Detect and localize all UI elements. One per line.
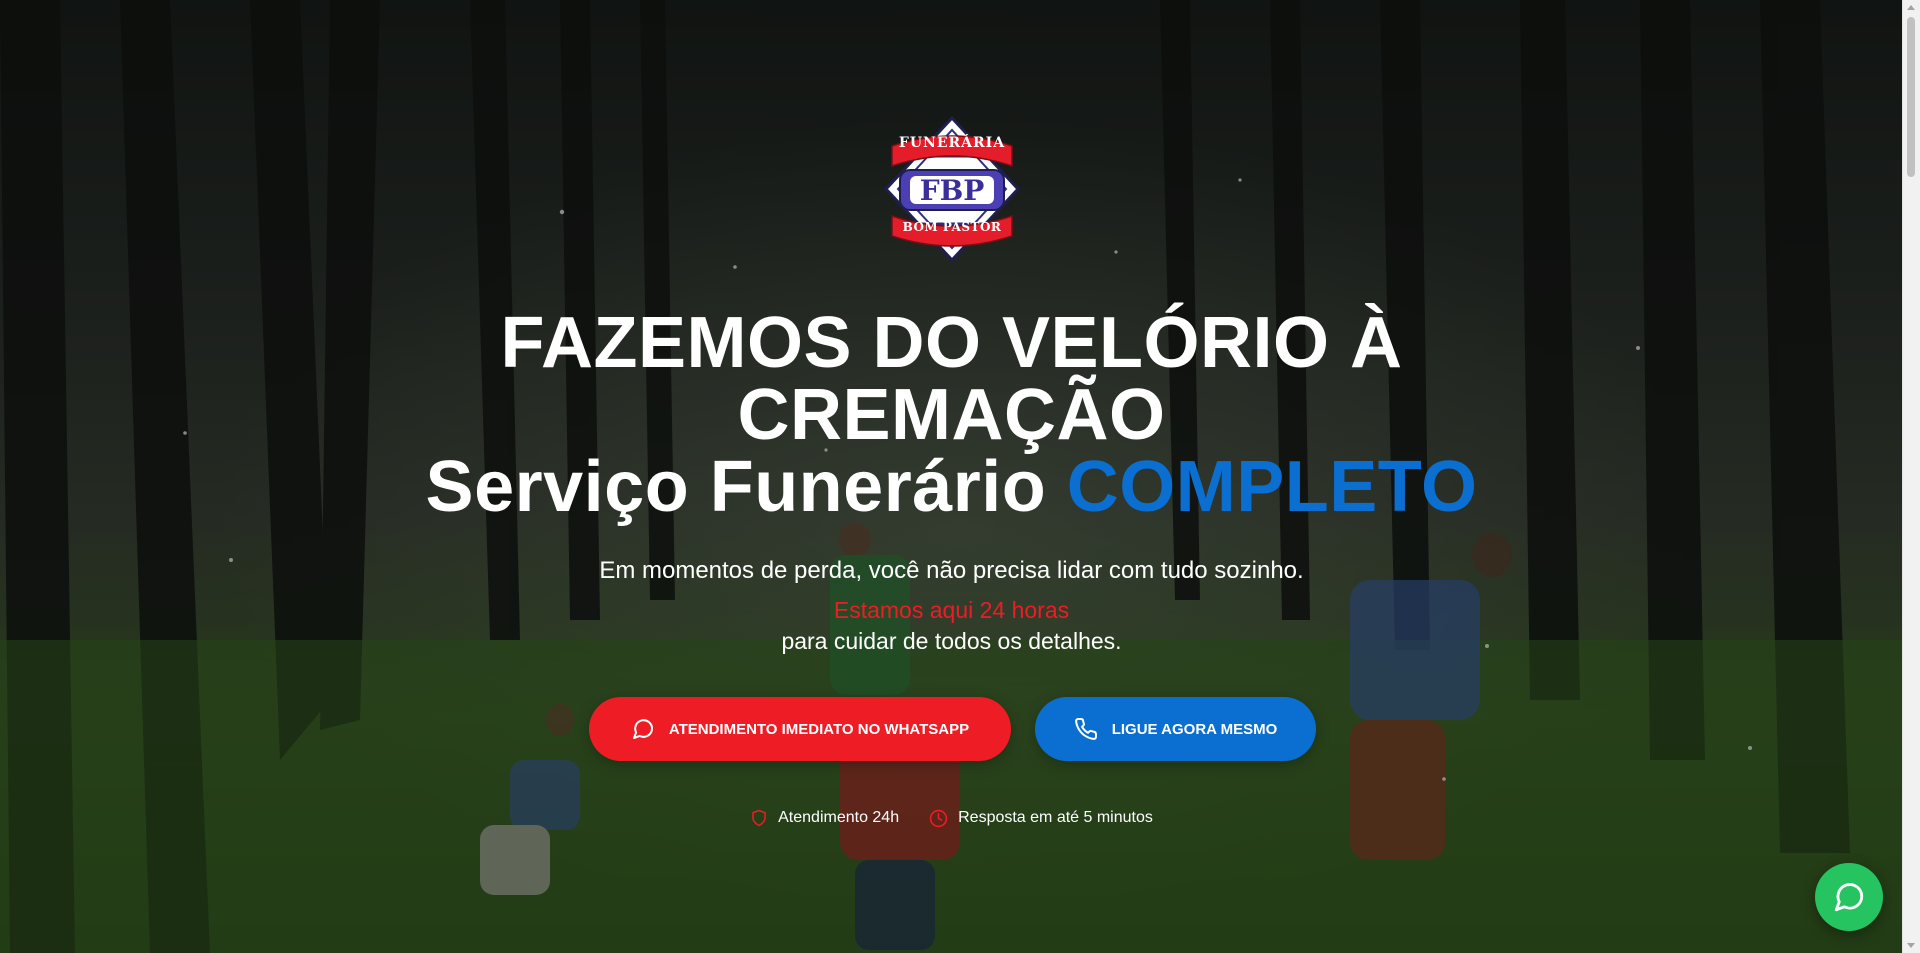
whatsapp-button[interactable]: ATENDIMENTO IMEDIATO NO WHATSAPP [589, 697, 1011, 761]
call-button[interactable]: LIGUE AGORA MESMO [1035, 697, 1316, 761]
scroll-down-arrow-icon[interactable] [1907, 943, 1915, 948]
logo-top-text: FUNERÁRIA [898, 135, 1006, 151]
scrollbar-thumb[interactable] [1907, 17, 1915, 177]
trust-badges: Atendimento 24h Resposta em até 5 minuto… [0, 808, 1903, 828]
hero-subtitle: Em momentos de perda, você não precisa l… [599, 557, 1304, 584]
headline-line-2: CREMAÇÃO [737, 375, 1166, 455]
hero-highlight: Estamos aqui 24 horas [833, 597, 1070, 623]
headline-accent: COMPLETO [1066, 447, 1478, 527]
clock-icon [929, 809, 948, 827]
whatsapp-floating-button[interactable] [1815, 863, 1883, 931]
headline-line-3-prefix: Serviço Funerário [425, 447, 1067, 527]
badge-24h: Atendimento 24h [750, 808, 899, 828]
page-scrollbar[interactable] [1902, 0, 1920, 953]
badge-24h-label: Atendimento 24h [778, 809, 900, 826]
phone-icon [1074, 717, 1097, 740]
badge-response-time: Resposta em até 5 minutos [929, 808, 1153, 828]
page: FUNERÁRIA FBP BOM PASTOR FAZEMOS DO VELÓ… [0, 0, 1920, 953]
headline-line-3: Serviço Funerário COMPLETO [300, 451, 1603, 523]
hero-subtitle-2: para cuidar de todos os detalhes. [781, 628, 1122, 654]
fbp-logo[interactable]: FUNERÁRIA FBP BOM PASTOR [882, 115, 1022, 263]
hero-content: FUNERÁRIA FBP BOM PASTOR FAZEMOS DO VELÓ… [0, 0, 1903, 953]
badge-response-time-label: Resposta em até 5 minutos [958, 809, 1153, 826]
logo-center-text: FBP [919, 174, 985, 207]
scroll-up-arrow-icon[interactable] [1907, 5, 1915, 10]
call-button-label: LIGUE AGORA MESMO [1111, 720, 1278, 738]
logo-bottom-text: BOM PASTOR [902, 220, 1002, 234]
shield-icon [752, 809, 766, 827]
chat-bubble-icon [632, 719, 653, 739]
hero-headline: FAZEMOS DO VELÓRIO À CREMAÇÃO Serviço Fu… [300, 307, 1603, 523]
headline-line-1: FAZEMOS DO VELÓRIO À [500, 303, 1403, 383]
whatsapp-icon [1834, 883, 1864, 912]
whatsapp-button-label: ATENDIMENTO IMEDIATO NO WHATSAPP [668, 720, 970, 738]
